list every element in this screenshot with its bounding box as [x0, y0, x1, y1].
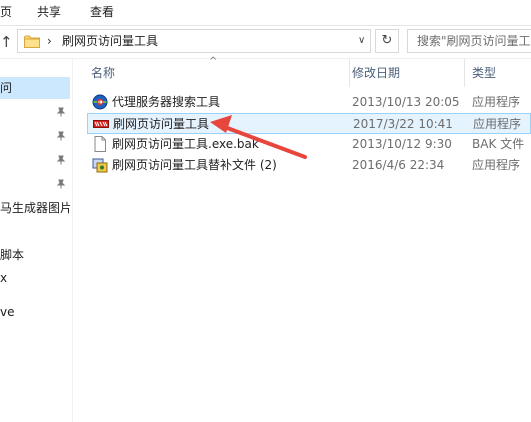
nav-item-label: 马生成器图片: [0, 201, 70, 215]
address-bar[interactable]: › 刷网页访问量工具 ∨: [17, 29, 371, 53]
refresh-button[interactable]: ↻: [375, 29, 399, 53]
file-type: 应用程序: [472, 95, 521, 109]
nav-item-quick-access[interactable]: 问: [0, 77, 70, 99]
tab-view[interactable]: 查看: [90, 4, 114, 20]
file-name: 代理服务器搜索工具: [112, 95, 221, 109]
file-type: 应用程序: [473, 117, 522, 131]
file-explorer-window: 页 共享 查看 ↑ › 刷网页访问量工具 ∨ ↻ 问: [0, 0, 531, 422]
search-input[interactable]: [408, 30, 531, 52]
pin-icon: [56, 179, 66, 189]
nav-item-label: 脚本: [0, 248, 25, 262]
up-arrow-icon[interactable]: ↑: [0, 33, 14, 51]
chevron-down-icon[interactable]: ∨: [358, 33, 365, 49]
address-row: ↑ › 刷网页访问量工具 ∨ ↻: [0, 26, 531, 59]
installer-app-icon: [92, 158, 108, 173]
file-row[interactable]: 代理服务器搜索工具 2013/10/13 20:05 应用程序: [87, 92, 531, 113]
file-date: 2013/10/12 9:30: [352, 137, 452, 151]
file-list: ^ 名称 修改日期 类型 代理服务器搜索工具 2013/10/13 20:05 …: [73, 56, 531, 422]
navigation-pane: 问 马生成器图片 脚本 x ve: [0, 59, 73, 422]
red-app-icon: [93, 120, 109, 128]
globe-app-icon: [92, 94, 108, 110]
nav-item-generator-images[interactable]: 马生成器图片: [0, 197, 70, 219]
file-row-highlighted[interactable]: 刷网页访问量工具 2017/3/22 10:41 应用程序: [87, 113, 531, 134]
file-date: 2016/4/6 22:34: [352, 158, 445, 172]
nav-item-scripts[interactable]: 脚本: [0, 244, 70, 266]
nav-item-pinned-1[interactable]: [0, 101, 70, 123]
breadcrumb-separator: ›: [47, 34, 52, 48]
blank-file-icon: [94, 136, 106, 152]
pin-icon: [56, 107, 66, 117]
file-name: 刷网页访问量工具.exe.bak: [112, 137, 259, 151]
column-header-name[interactable]: 名称: [85, 59, 349, 87]
file-row[interactable]: 刷网页访问量工具.exe.bak 2013/10/12 9:30 BAK 文件: [87, 134, 531, 155]
file-name: 刷网页访问量工具: [113, 117, 210, 131]
nav-item-pinned-3[interactable]: [0, 149, 70, 171]
nav-item-drive[interactable]: ve: [0, 301, 70, 323]
folder-icon: [24, 35, 40, 48]
nav-item-label: ve: [0, 305, 15, 319]
column-header-type[interactable]: 类型: [466, 59, 531, 87]
nav-item-x[interactable]: x: [0, 267, 70, 289]
nav-item-label: 问: [0, 81, 13, 95]
nav-item-pinned-4[interactable]: [0, 173, 70, 195]
nav-item-label: x: [0, 271, 8, 285]
breadcrumb-current[interactable]: 刷网页访问量工具: [62, 33, 158, 49]
pin-icon: [56, 131, 66, 141]
file-type: 应用程序: [472, 158, 521, 172]
nav-item-pinned-2[interactable]: [0, 125, 70, 147]
column-divider[interactable]: [464, 59, 465, 87]
pin-icon: [56, 155, 66, 165]
file-name: 刷网页访问量工具替补文件 (2): [112, 158, 277, 172]
file-type: BAK 文件: [472, 137, 525, 151]
tab-home[interactable]: 页: [0, 4, 12, 20]
ribbon-tabs: 页 共享 查看: [0, 0, 531, 26]
file-row[interactable]: 刷网页访问量工具替补文件 (2) 2016/4/6 22:34 应用程序: [87, 155, 531, 176]
search-box[interactable]: [407, 29, 531, 53]
tab-share[interactable]: 共享: [37, 4, 61, 20]
column-header-date[interactable]: 修改日期: [346, 59, 464, 87]
file-date: 2017/3/22 10:41: [353, 117, 453, 131]
file-date: 2013/10/13 20:05: [352, 95, 460, 109]
